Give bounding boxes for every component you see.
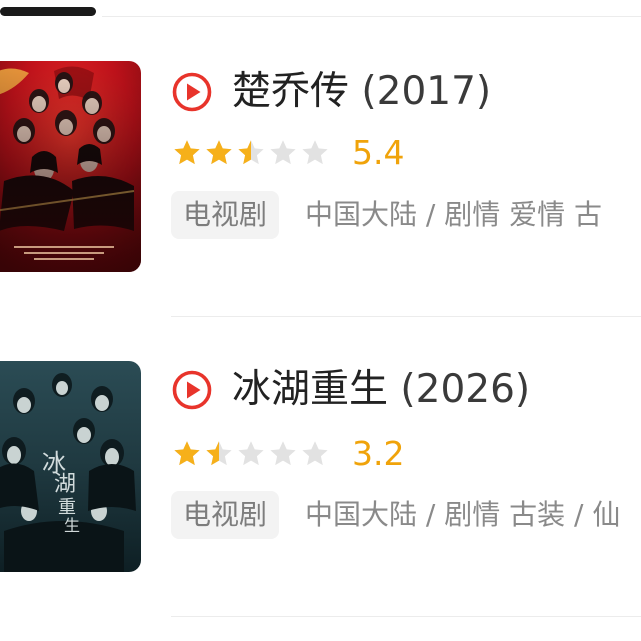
- title-year: (2026): [400, 367, 531, 412]
- play-circle-icon[interactable]: [171, 369, 213, 411]
- scroll-indicator: [0, 7, 96, 16]
- star-icon: [238, 140, 264, 165]
- star-icon: [174, 441, 200, 466]
- star-icon: [174, 140, 200, 165]
- star-icon: [302, 140, 328, 165]
- svg-text:重: 重: [58, 497, 76, 518]
- star-icon: [238, 441, 264, 466]
- play-circle-icon[interactable]: [171, 71, 213, 113]
- star-icon: [206, 441, 232, 466]
- poster-image[interactable]: 冰 湖 重 生: [0, 361, 141, 572]
- type-tag: 电视剧: [171, 491, 280, 539]
- star-icon: [206, 140, 232, 165]
- meta-info: 中国大陆 / 剧情 爱情 古: [305, 198, 603, 231]
- title-text[interactable]: 楚乔传: [232, 69, 349, 114]
- star-rating: [171, 438, 331, 470]
- type-tag: 电视剧: [171, 191, 280, 239]
- rating-score: 5.4: [352, 133, 405, 172]
- result-title[interactable]: 冰湖重生 (2026): [232, 364, 530, 416]
- result-title[interactable]: 楚乔传 (2017): [232, 66, 491, 118]
- title-text[interactable]: 冰湖重生: [232, 367, 388, 412]
- star-icon: [270, 441, 296, 466]
- meta-info: 中国大陆 / 剧情 古装 / 仙: [305, 498, 621, 531]
- svg-text:生: 生: [64, 516, 80, 535]
- star-icon: [270, 140, 296, 165]
- result-item[interactable]: 楚乔传 (2017) 5.4 电视剧 中国大陆 / 剧情 爱情 古: [0, 17, 641, 317]
- divider: [171, 616, 641, 617]
- poster-image[interactable]: [0, 61, 141, 272]
- result-item[interactable]: 冰 湖 重 生 冰湖重生 (2026) 3.2 电视剧 中国大陆 / 剧情 古装…: [0, 317, 641, 617]
- star-rating: [171, 137, 331, 169]
- svg-text:湖: 湖: [54, 472, 76, 497]
- star-icon: [302, 441, 328, 466]
- title-year: (2017): [361, 69, 492, 114]
- rating-score: 3.2: [352, 434, 405, 473]
